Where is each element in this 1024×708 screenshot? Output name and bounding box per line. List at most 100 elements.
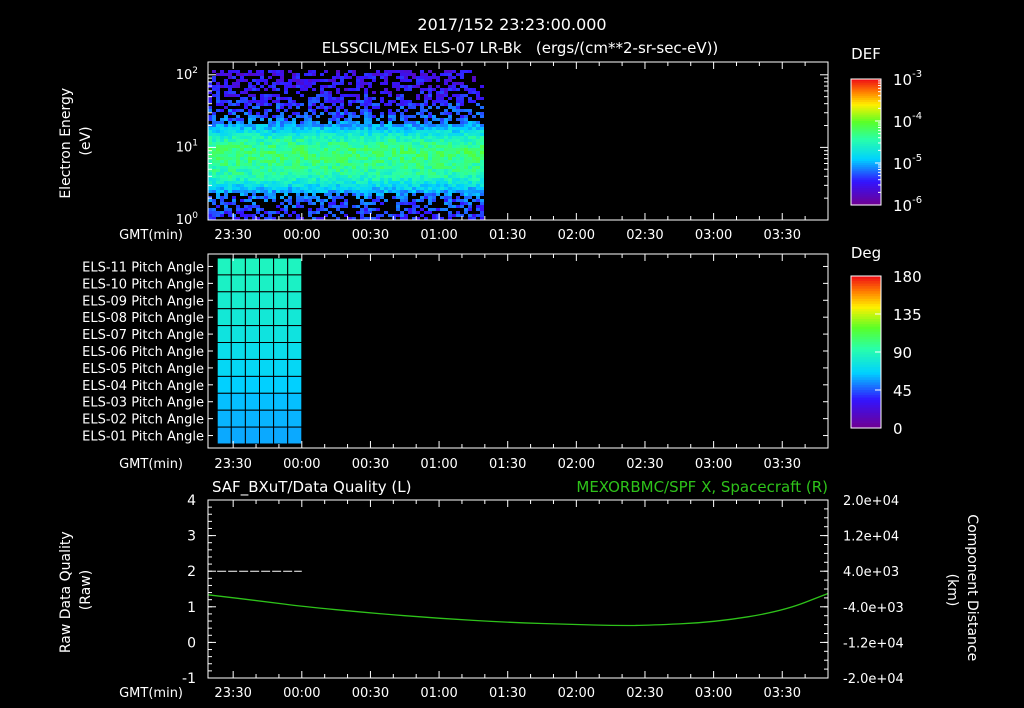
spectrogram-cell — [416, 121, 420, 124]
spectrogram-cell — [376, 118, 380, 121]
spectrogram-cell — [480, 211, 484, 214]
spectrogram-cell — [268, 130, 272, 133]
spectrogram-cell — [480, 142, 484, 145]
spectrogram-cell — [272, 88, 276, 91]
spectrogram-cell — [412, 73, 416, 76]
spectrogram-cell — [412, 172, 416, 175]
spectrogram-cell — [316, 136, 320, 139]
spectrogram-cell — [356, 175, 360, 178]
spectrogram-cell — [316, 196, 320, 199]
spectrogram-cell — [252, 127, 256, 130]
spectrogram-cell — [440, 139, 444, 142]
spectrogram-cell — [284, 136, 288, 139]
spectrogram-cell — [224, 178, 228, 181]
spectrogram-cell — [368, 196, 372, 199]
spectrogram-cell — [312, 97, 316, 100]
spectrogram-cell — [228, 145, 232, 148]
spectrogram-cell — [236, 190, 240, 193]
pitch-cell — [287, 375, 303, 394]
spectrogram-cell — [368, 118, 372, 121]
spectrogram-cell — [480, 85, 484, 88]
spectrogram-cell — [248, 115, 252, 118]
spectrogram-cell — [220, 145, 224, 148]
spectrogram-cell — [288, 103, 292, 106]
spectrogram-cell — [272, 142, 276, 145]
spectrogram-cell — [480, 181, 484, 184]
spectrogram-cell — [444, 151, 448, 154]
pitch-row-label: ELS-02 Pitch Angle — [82, 413, 204, 428]
spectrogram-cell — [288, 196, 292, 199]
spectrogram-cell — [428, 112, 432, 115]
spectrogram-cell — [276, 124, 280, 127]
spectrogram-cell — [264, 166, 268, 169]
spectrogram-cell — [284, 172, 288, 175]
spectrogram-cell — [368, 148, 372, 151]
spectrogram-cell — [232, 139, 236, 142]
spectrogram-cell — [444, 169, 448, 172]
spectrogram-cell — [304, 169, 308, 172]
spectrogram-cell — [284, 151, 288, 154]
spectrogram-cell — [460, 118, 464, 121]
spectrogram-cell — [336, 205, 340, 208]
spectrogram-cell — [460, 202, 464, 205]
spectrogram-cell — [448, 115, 452, 118]
spectrogram-cell — [304, 199, 308, 202]
spectrogram-cell — [480, 151, 484, 154]
y-right-tick-label: -4.0e+03 — [843, 601, 904, 616]
spectrogram-cell — [460, 142, 464, 145]
spectrogram-cell — [348, 190, 352, 193]
spectrogram-cell — [252, 169, 256, 172]
spectrogram-cell — [472, 148, 476, 151]
spectrogram-cell — [372, 106, 376, 109]
spectrogram-cell — [392, 190, 396, 193]
spectrogram-cell — [328, 166, 332, 169]
spectrogram-cell — [404, 160, 408, 163]
spectrogram-cell — [412, 205, 416, 208]
spectrogram-cell — [240, 97, 244, 100]
spectrogram-cell — [384, 70, 388, 73]
spectrogram-cell — [268, 169, 272, 172]
spectrogram-cell — [340, 160, 344, 163]
spectrogram-cell — [304, 136, 308, 139]
spectrogram-cell — [360, 79, 364, 82]
spectrogram-cell — [308, 166, 312, 169]
spectrogram-cell — [236, 208, 240, 211]
spectrogram-cell — [332, 172, 336, 175]
spectrogram-cell — [476, 190, 480, 193]
spectrogram-cell — [312, 196, 316, 199]
spectrogram-cell — [416, 136, 420, 139]
spectrogram-cell — [320, 169, 324, 172]
spectrogram-cell — [216, 85, 220, 88]
spectrogram-cell — [324, 100, 328, 103]
spectrogram-cell — [340, 142, 344, 145]
spectrogram-cell — [464, 124, 468, 127]
spectrogram-cell — [260, 79, 264, 82]
spectrogram-cell — [324, 151, 328, 154]
spectrogram-cell — [448, 175, 452, 178]
spectrogram-cell — [468, 157, 472, 160]
spectrogram-cell — [476, 103, 480, 106]
spectrogram-cell — [304, 196, 308, 199]
spectrogram-cell — [328, 193, 332, 196]
spectrogram-cell — [396, 145, 400, 148]
spectrogram-cell — [312, 127, 316, 130]
x-tick-label: 01:00 — [420, 686, 457, 701]
spectrogram-cells — [208, 70, 484, 220]
spectrogram-cell — [364, 178, 368, 181]
spectrogram-cell — [388, 172, 392, 175]
spectrogram-cell — [456, 169, 460, 172]
spectrogram-cell — [328, 79, 332, 82]
spectrogram-cell — [468, 130, 472, 133]
spectrogram-cell — [400, 160, 404, 163]
spectrogram-cell — [248, 190, 252, 193]
spectrogram-cell — [316, 190, 320, 193]
spectrogram-cell — [480, 160, 484, 163]
spectrogram-cell — [304, 139, 308, 142]
spectrogram-cell — [444, 103, 448, 106]
spectrogram-cell — [248, 163, 252, 166]
spectrogram-cell — [260, 214, 264, 217]
spectrogram-cell — [212, 166, 216, 169]
spectrogram-cell — [388, 214, 392, 217]
pitch-cell — [259, 274, 275, 293]
spectrogram-cell — [300, 190, 304, 193]
